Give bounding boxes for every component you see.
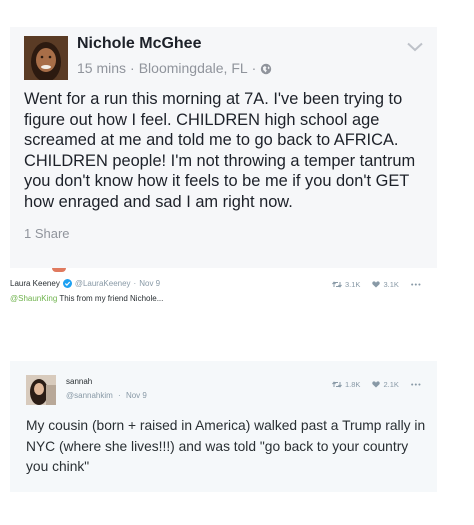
author-avatar[interactable] <box>24 36 68 80</box>
like-count: 3.1K <box>383 280 399 289</box>
tweet-handle-date: @sannahkim · Nov 9 <box>66 391 147 400</box>
tweet-author-handle[interactable]: @sannahkim <box>66 391 113 400</box>
tweet-actions-sannah: 1.8K 2.1K ••• <box>332 380 422 389</box>
like-button[interactable]: 3.1K <box>372 280 399 289</box>
tweet-author-name[interactable]: sannah <box>66 377 92 386</box>
tweet-body: My cousin (born + raised in America) wal… <box>26 418 426 474</box>
verified-badge-icon <box>62 279 72 288</box>
tweet-text: This from my friend Nichole... <box>57 294 164 303</box>
tweet-author-avatar[interactable] <box>26 375 56 405</box>
post-location[interactable]: Bloomingdale, FL <box>139 60 248 76</box>
facebook-post-card: Nichole McGhee 15 mins · Bloomingdale, F… <box>10 27 437 268</box>
mention-link[interactable]: @ShaunKing <box>10 294 57 303</box>
tweet-author-name[interactable]: Laura Keeney <box>10 279 60 288</box>
retweet-icon <box>332 281 342 288</box>
meta-separator: · <box>118 391 121 400</box>
tweet-author-handle[interactable]: @LauraKeeney <box>75 279 131 288</box>
avatar-edge <box>52 268 66 272</box>
tweet-date[interactable]: Nov 9 <box>126 391 147 400</box>
screenshot-edge <box>10 268 437 272</box>
more-options-icon[interactable]: ••• <box>411 380 422 389</box>
meta-separator: · <box>130 60 135 76</box>
meta-separator: · <box>251 60 257 76</box>
tweet-text-laura: @ShaunKing This from my friend Nichole..… <box>10 294 163 303</box>
tweet-header-laura: Laura Keeney @LauraKeeney · Nov 9 <box>10 279 160 288</box>
tweet-card-sannah: sannah @sannahkim · Nov 9 1.8K 2.1K ••• … <box>10 361 437 492</box>
globe-icon[interactable] <box>260 62 272 75</box>
tweet-actions-laura: 3.1K 3.1K ••• <box>332 280 422 289</box>
author-name[interactable]: Nichole McGhee <box>77 35 201 53</box>
meta-separator: · <box>133 279 137 288</box>
share-count[interactable]: 1 Share <box>24 226 70 241</box>
heart-icon <box>372 381 381 388</box>
retweet-button[interactable]: 1.8K <box>332 380 360 389</box>
like-button[interactable]: 2.1K <box>372 380 399 389</box>
retweet-count: 1.8K <box>345 380 361 389</box>
retweet-button[interactable]: 3.1K <box>332 280 360 289</box>
post-meta: 15 mins · Bloomingdale, FL · <box>77 60 272 76</box>
more-options-icon[interactable]: ••• <box>411 280 422 289</box>
post-body: Went for a run this morning at 7A. I've … <box>24 90 416 211</box>
post-time[interactable]: 15 mins <box>77 60 126 76</box>
tweet-date[interactable]: Nov 9 <box>139 279 160 288</box>
like-count: 2.1K <box>383 380 399 389</box>
retweet-icon <box>332 381 342 388</box>
chevron-down-icon[interactable] <box>407 39 423 52</box>
heart-icon <box>372 281 381 288</box>
retweet-count: 3.1K <box>345 280 361 289</box>
